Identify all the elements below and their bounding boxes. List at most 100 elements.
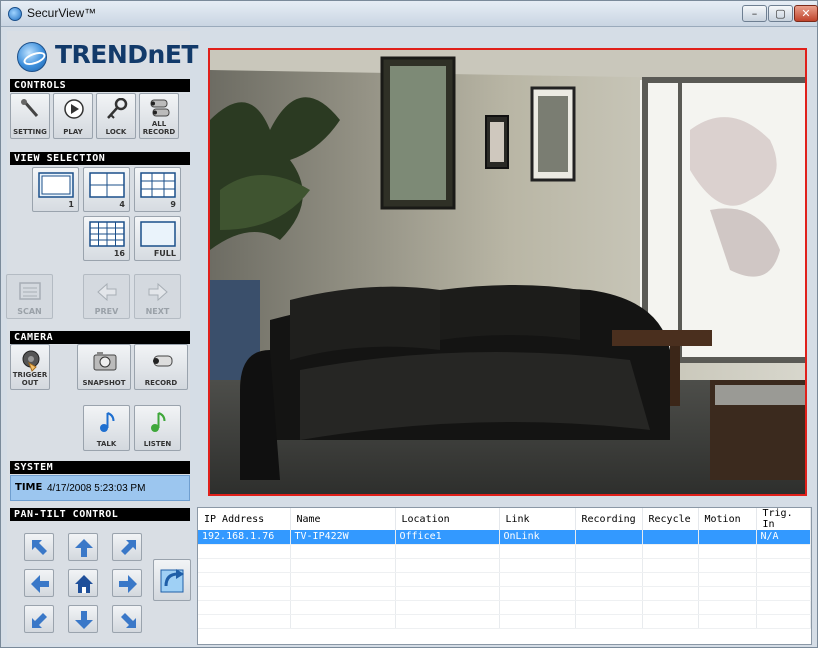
pan-tilt-header: PAN-TILT CONTROL [10,508,190,521]
arrow-down-icon [75,611,93,629]
play-icon [64,99,84,119]
arrow-up-right-icon [121,540,136,555]
record-label: RECORD [144,379,178,387]
col-location[interactable]: Location [395,508,500,530]
arrow-up-left-icon [32,540,47,555]
cell-recycle [642,530,699,545]
lock-button[interactable]: LOCK [96,93,136,139]
view-16-label: 16 [113,249,125,258]
app-icon [8,7,22,21]
scan-button[interactable]: SCAN [6,274,53,319]
all-record-label-line1: ALL [151,120,167,128]
view-16-button[interactable]: 16 [83,216,130,261]
camera-list-table: IP Address Name Location Link Recording … [197,507,812,645]
view-selection-header: VIEW SELECTION [10,152,190,165]
quad-view-icon [89,172,125,198]
trigger-out-label-line1: TRIGGER [12,371,48,379]
all-record-label-line2: RECORD [142,128,176,136]
pan-home-button[interactable] [68,569,98,597]
view-9-button[interactable]: 9 [134,167,181,212]
play-label: PLAY [63,128,83,136]
key-icon [107,98,128,119]
camera-icon [93,352,117,371]
all-record-button[interactable]: ALL RECORD [139,93,179,139]
home-icon [75,575,93,593]
trigger-out-label-line2: OUT [21,379,39,387]
col-trig-in[interactable]: Trig. In [756,508,811,530]
system-header: SYSTEM [10,461,190,474]
snapshot-button[interactable]: SNAPSHOT [77,344,131,390]
sixteen-view-icon [89,221,125,247]
arrow-left-pt-icon [31,575,49,593]
pan-left-button[interactable] [24,569,54,597]
col-name[interactable]: Name [290,508,396,530]
arrow-up-icon [75,539,93,557]
scan-icon [19,282,41,300]
talk-label: TALK [96,440,117,448]
pan-right-button[interactable] [112,569,142,597]
table-row[interactable]: 192.168.1.76 TV-IP422W Office1 OnLink N/… [198,530,811,545]
next-button[interactable]: NEXT [134,274,181,319]
system-time-box: TIME 4/17/2008 5:23:03 PM [10,475,190,501]
table-header-row: IP Address Name Location Link Recording … [198,508,811,530]
camera-video-view[interactable] [208,48,807,496]
view-4-button[interactable]: 4 [83,167,130,212]
pan-up-left-button[interactable] [24,533,54,561]
time-label: TIME [15,482,43,493]
auto-pan-button[interactable] [153,559,191,601]
lock-label: LOCK [105,128,127,136]
arrow-left-icon [97,282,117,302]
pan-down-left-button[interactable] [24,605,54,633]
col-recording[interactable]: Recording [575,508,643,530]
view-full-label: FULL [153,249,176,258]
col-motion[interactable]: Motion [698,508,757,530]
tilt-down-button[interactable] [68,605,98,633]
music-note-icon [100,412,115,432]
view-9-label: 9 [170,200,176,209]
setting-button[interactable]: SETTING [10,93,50,139]
scan-label: SCAN [17,307,42,316]
view-1-button[interactable]: 1 [32,167,79,212]
arrow-right-pt-icon [119,575,137,593]
talk-button[interactable]: TALK [83,405,130,451]
col-link[interactable]: Link [499,508,576,530]
table-row-empty [198,572,811,587]
pan-up-right-button[interactable] [112,533,142,561]
setting-label: SETTING [13,128,47,136]
view-4-label: 4 [119,200,125,209]
minimize-button[interactable]: – [742,5,767,22]
left-panel: TRENDnET CONTROLS SETTING PLAY LOCK ALL … [6,31,199,643]
video-frame-image [210,50,805,494]
prev-button[interactable]: PREV [83,274,130,319]
cell-location: Office1 [395,530,500,545]
col-ip-address[interactable]: IP Address [198,508,291,530]
snapshot-label: SNAPSHOT [82,379,126,387]
video-camera-icon [153,355,173,367]
prev-label: PREV [94,307,119,316]
col-recycle[interactable]: Recycle [642,508,699,530]
maximize-button[interactable]: ▢ [768,5,793,22]
nine-view-icon [140,172,176,198]
single-view-icon [38,172,74,198]
pan-tilt-pad [10,523,191,643]
pan-down-right-button[interactable] [112,605,142,633]
trigger-out-button[interactable]: TRIGGER OUT [10,344,50,390]
app-window: SecurView™ – ▢ ✕ TRENDnET CONTROLS SETTI… [0,0,818,648]
table-row-empty [198,586,811,601]
brand-logo: TRENDnET [17,39,199,75]
trigger-out-label: TRIGGER OUT [11,371,49,387]
logo-text: TRENDnET [55,40,199,69]
controls-header: CONTROLS [10,79,190,92]
table-row-empty [198,558,811,573]
view-full-button[interactable]: FULL [134,216,181,261]
record-button[interactable]: RECORD [134,344,188,390]
play-button[interactable]: PLAY [53,93,93,139]
close-button[interactable]: ✕ [794,5,818,22]
rotate-icon [160,569,184,593]
tilt-up-button[interactable] [68,533,98,561]
next-label: NEXT [145,307,170,316]
table-row-empty [198,544,811,559]
table-row-empty [198,600,811,615]
listen-button[interactable]: LISTEN [134,405,181,451]
time-value: 4/17/2008 5:23:03 PM [47,483,146,494]
